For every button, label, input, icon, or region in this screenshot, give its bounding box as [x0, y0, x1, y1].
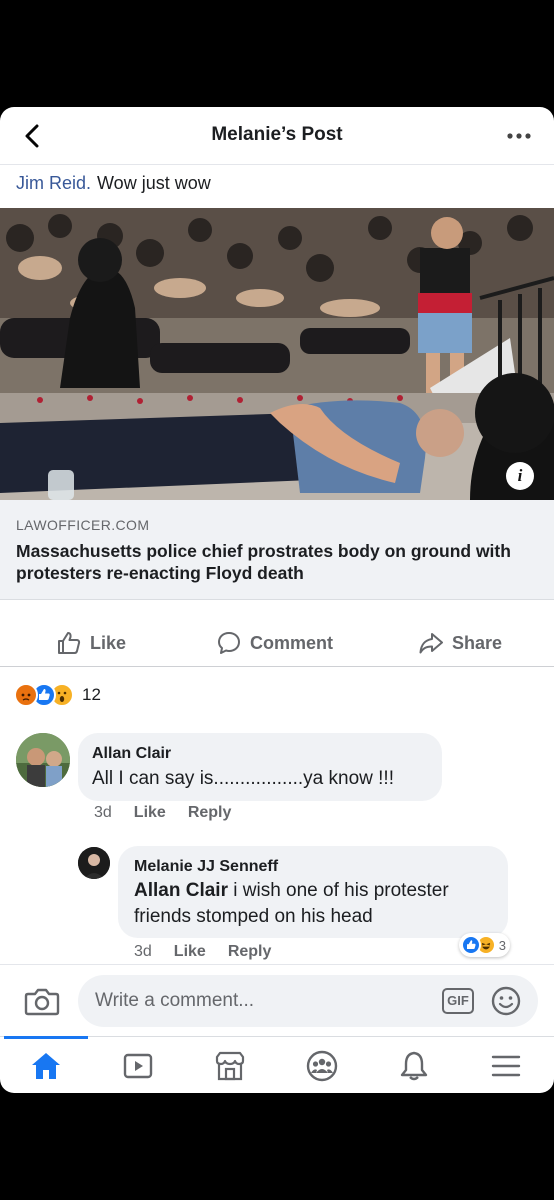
link-headline: Massachusetts police chief prostrates bo… — [16, 541, 511, 583]
comment-button[interactable]: Comment — [216, 628, 333, 658]
like-reaction-icon — [460, 935, 481, 955]
comment-label: Comment — [250, 632, 334, 653]
gif-button[interactable]: GIF — [442, 988, 474, 1014]
bottom-navigation — [0, 1036, 554, 1093]
like-label: Like — [90, 632, 127, 653]
more-options-icon[interactable] — [504, 121, 534, 151]
share-button[interactable]: Share — [418, 628, 502, 658]
reply-bubble: Melanie JJ Senneff Allan Clair i wish on… — [118, 846, 508, 938]
notifications-icon — [400, 1051, 428, 1080]
marketplace-icon — [215, 1051, 245, 1080]
top-bar: Melanie’s Post — [0, 107, 554, 165]
comment-input-placeholder: Write a comment... — [95, 990, 255, 1011]
comment-bubble: Allan Clair All I can say is............… — [78, 733, 442, 801]
link-preview-card[interactable]: LAWOFFICER.COM Massachusetts police chie… — [0, 500, 554, 600]
link-domain: LAWOFFICER.COM — [16, 517, 150, 533]
comment-icon — [218, 632, 240, 654]
nav-marketplace[interactable] — [184, 1037, 276, 1093]
protest-photo — [0, 208, 554, 500]
reply-author[interactable]: Melanie JJ Senneff — [134, 858, 278, 876]
reply-reactions[interactable]: 3 — [458, 933, 510, 957]
watch-icon — [123, 1053, 153, 1078]
like-button[interactable]: Like — [56, 628, 126, 658]
mention-link[interactable]: Allan Clair — [134, 880, 228, 901]
thumbs-up-icon — [58, 632, 81, 654]
comment-composer: Write a comment... GIF — [0, 964, 554, 1036]
post-text: Jim Reid. Wow just wow — [16, 173, 211, 194]
post-action-bar: Like Comment Share — [0, 619, 554, 667]
nav-watch[interactable] — [92, 1037, 184, 1093]
comment-input[interactable]: Write a comment... GIF — [78, 975, 538, 1027]
reply-time: 3d — [134, 943, 152, 960]
comment-author[interactable]: Allan Clair — [92, 745, 171, 763]
comment-time: 3d — [94, 804, 112, 821]
camera-icon[interactable] — [24, 985, 60, 1017]
post-author-link[interactable]: Jim Reid. — [16, 173, 91, 193]
reaction-count: 12 — [82, 685, 101, 704]
share-label: Share — [452, 632, 503, 653]
menu-icon — [491, 1055, 521, 1076]
reply-like-button[interactable]: Like — [174, 943, 206, 961]
post-screen: Melanie’s Post Jim Reid. Wow just wow i … — [0, 107, 554, 1093]
nav-menu[interactable] — [460, 1037, 552, 1093]
reply-reply-button[interactable]: Reply — [228, 943, 272, 961]
share-icon — [419, 633, 443, 654]
comment-reply-button[interactable]: Reply — [188, 804, 232, 822]
comment-text: All I can say is.................ya know… — [92, 768, 394, 789]
angry-reaction-icon — [14, 683, 38, 707]
comment-like-button[interactable]: Like — [134, 804, 166, 822]
groups-icon — [306, 1050, 338, 1081]
avatar[interactable] — [78, 847, 110, 879]
nav-home[interactable] — [0, 1036, 92, 1093]
home-icon — [32, 1052, 60, 1079]
page-title: Melanie’s Post — [211, 124, 343, 145]
nav-notifications[interactable] — [368, 1037, 460, 1093]
link-preview-image[interactable]: i — [0, 208, 554, 500]
reply-meta: 3d Like Reply — [134, 943, 271, 961]
nav-groups[interactable] — [276, 1037, 368, 1093]
reactions-summary[interactable]: 12 — [14, 681, 101, 709]
comment-meta: 3d Like Reply — [94, 804, 231, 822]
avatar[interactable] — [16, 733, 70, 787]
reply-reaction-count: 3 — [498, 937, 506, 953]
post-message: Wow just wow — [97, 173, 211, 193]
info-icon[interactable]: i — [506, 462, 534, 490]
reply-text: Allan Clair i wish one of his protester … — [134, 878, 502, 930]
emoji-icon[interactable] — [490, 985, 522, 1017]
